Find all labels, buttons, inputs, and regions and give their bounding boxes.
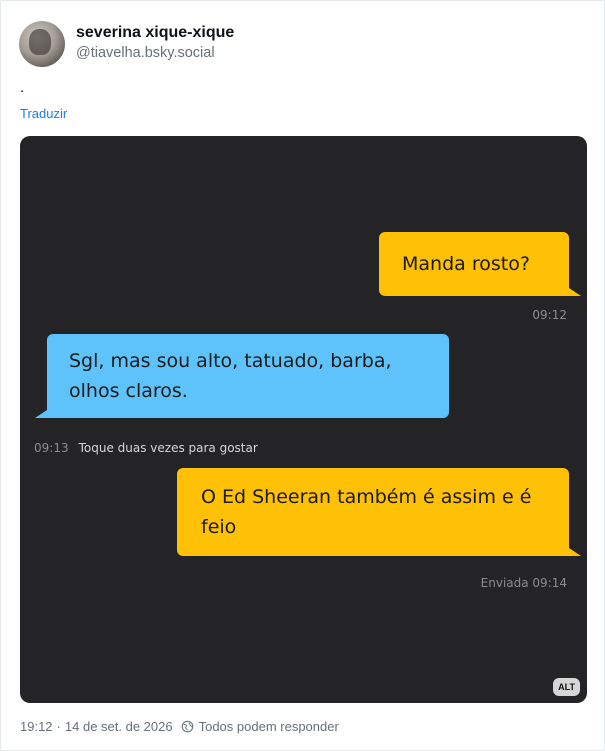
post-image[interactable]: Manda rosto? 09:12 Sgl, mas sou alto, ta… [20,136,587,703]
post-header: severina xique-xique @tiavelha.bsky.soci… [19,21,234,67]
author-display-name[interactable]: severina xique-xique [76,23,234,43]
chat-meta-row: 09:13 Toque duas vezes para gostar [34,441,258,455]
reply-setting[interactable]: Todos podem responder [199,719,339,734]
chat-bubble-text: O Ed Sheeran também é assim e é feio [201,486,532,538]
chat-bubble-received: Sgl, mas sou alto, tatuado, barba, olhos… [35,334,449,418]
post-date: 14 de set. de 2026 [64,719,173,734]
post-text: . [20,79,25,96]
chat-bubble-text: Sgl, mas sou alto, tatuado, barba, olhos… [69,350,392,402]
author-handle[interactable]: @tiavelha.bsky.social [76,44,234,62]
post-footer: 19:12 · 14 de set. de 2026 Todos podem r… [20,719,339,734]
chat-bubble-sent-2: O Ed Sheeran também é assim e é feio [177,468,581,556]
post-time: 19:12 [20,719,53,734]
like-hint: Toque duas vezes para gostar [78,441,258,455]
author-names: severina xique-xique @tiavelha.bsky.soci… [76,21,234,67]
chat-timestamp: 09:13 [34,441,69,455]
chat-timestamp: 09:12 [532,308,567,322]
chat-bubble-text: Manda rosto? [402,253,530,275]
author-avatar[interactable] [19,21,65,67]
separator: · [56,719,61,734]
translate-link[interactable]: Traduzir [20,106,67,121]
earth-icon [181,720,193,733]
chat-timestamp: Enviada 09:14 [480,576,567,590]
chat-bubble-sent-1: Manda rosto? [379,232,581,296]
alt-badge[interactable]: ALT [553,678,580,696]
post-card: severina xique-xique @tiavelha.bsky.soci… [0,0,605,751]
